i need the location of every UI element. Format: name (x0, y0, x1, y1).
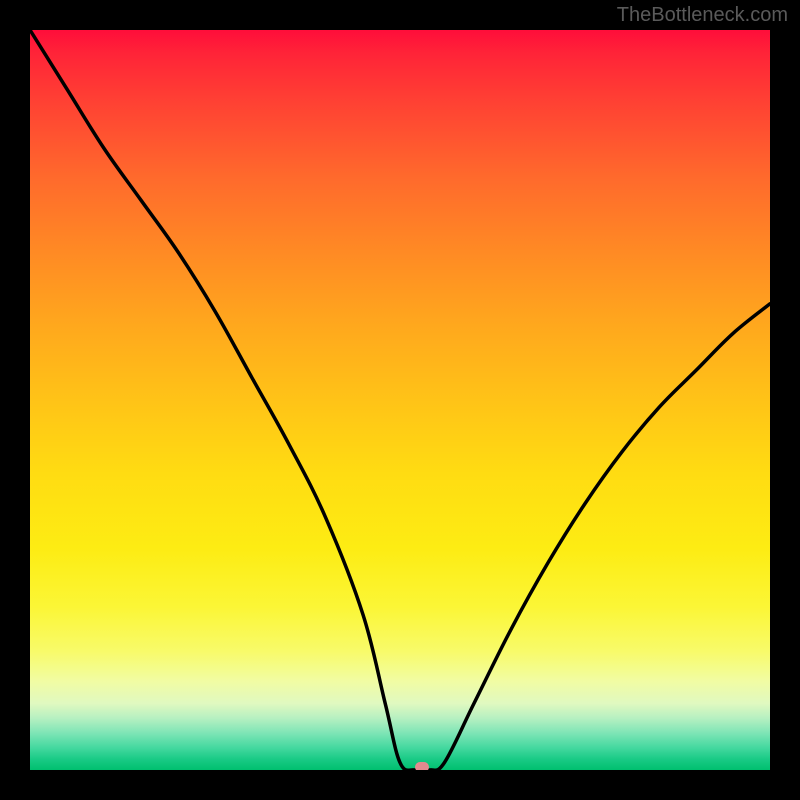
watermark-text: TheBottleneck.com (617, 4, 788, 27)
optimal-point-marker (415, 762, 429, 770)
chart-plot-area (30, 30, 770, 770)
bottleneck-curve-svg (30, 30, 770, 770)
bottleneck-curve-path (30, 30, 770, 770)
